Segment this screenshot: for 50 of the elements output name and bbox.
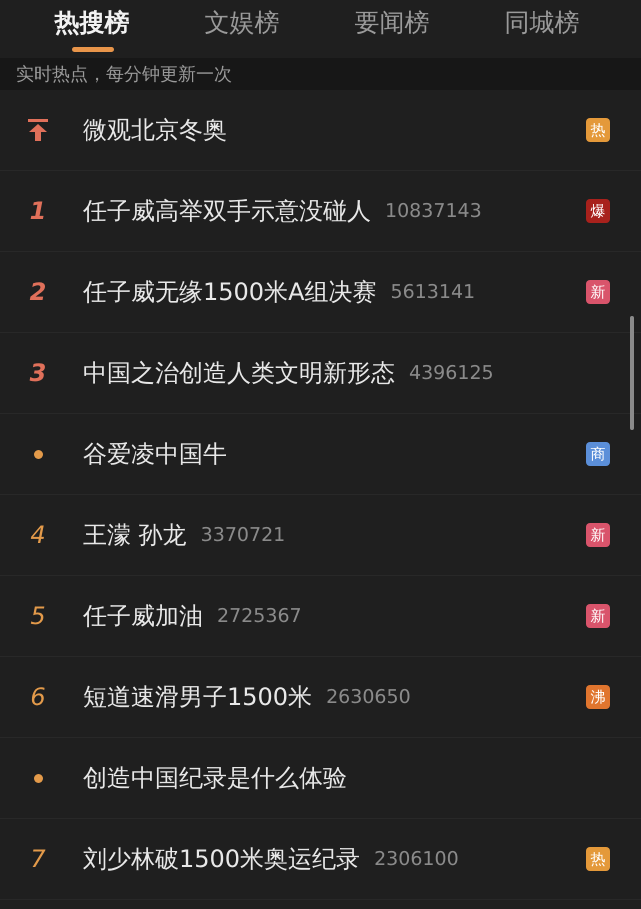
topic-title: 任子威加油 <box>83 601 203 632</box>
search-count: 4396125 <box>409 362 494 384</box>
topic-title: 中国之治创造人类文明新形态 <box>83 358 395 389</box>
bullet-dot-icon <box>34 450 42 458</box>
list-item[interactable]: 1 任子威高举双手示意没碰人 10837143 爆 <box>0 171 641 252</box>
tag-badge: 热 <box>586 118 610 142</box>
tag-badge: 热 <box>586 847 610 871</box>
tab[interactable]: 要闻榜 <box>317 0 467 58</box>
tag-badge: 新 <box>586 280 610 304</box>
search-count: 2630650 <box>326 686 411 708</box>
tag-badge: 沸 <box>586 685 610 709</box>
tab[interactable]: 热搜榜 <box>17 0 167 58</box>
list-item[interactable]: 微观北京冬奥 热 <box>0 90 641 171</box>
topic-title: 王濛 孙龙 <box>83 520 187 551</box>
rank-number: 3 <box>30 359 46 387</box>
search-count: 10837143 <box>385 200 482 222</box>
list-item[interactable]: 5 任子威加油 2725367 新 <box>0 576 641 657</box>
rank-number: 6 <box>30 683 46 711</box>
topic-title: 谷爱凌中国牛 <box>83 439 227 470</box>
tag-badge: 爆 <box>586 199 610 223</box>
tag-badge: 商 <box>586 442 610 466</box>
pin-top-icon <box>27 118 49 142</box>
tab[interactable]: 同城榜 <box>467 0 617 58</box>
topic-title: 刘少林破1500米奥运纪录 <box>83 844 360 875</box>
search-count: 2306100 <box>374 848 459 870</box>
topic-title: 任子威高举双手示意没碰人 <box>83 196 371 227</box>
topic-title: 任子威无缘1500米A组决赛 <box>83 277 376 308</box>
list-item[interactable]: 6 短道速滑男子1500米 2630650 沸 <box>0 657 641 738</box>
list-item[interactable]: 7 刘少林破1500米奥运纪录 2306100 热 <box>0 819 641 900</box>
rank-number: 5 <box>30 602 46 630</box>
list-item[interactable]: 谷爱凌中国牛 商 <box>0 414 641 495</box>
topic-title: 微观北京冬奥 <box>83 115 227 146</box>
search-count: 3370721 <box>200 524 286 546</box>
list-item[interactable]: 2 任子威无缘1500米A组决赛 5613141 新 <box>0 252 641 333</box>
tag-badge: 新 <box>586 523 610 547</box>
rank-number: 2 <box>30 278 46 306</box>
list-item[interactable]: 4 王濛 孙龙 3370721 新 <box>0 495 641 576</box>
list-item[interactable]: 创造中国纪录是什么体验 <box>0 738 641 819</box>
tab[interactable]: 文娱榜 <box>167 0 317 58</box>
search-count: 5613141 <box>390 281 476 303</box>
rank-number: 1 <box>30 197 46 225</box>
topic-title: 创造中国纪录是什么体验 <box>83 763 347 794</box>
rank-number: 4 <box>30 521 46 549</box>
search-count: 2725367 <box>217 605 302 627</box>
bullet-dot-icon <box>34 774 42 782</box>
tag-badge: 新 <box>586 604 610 628</box>
topic-title: 短道速滑男子1500米 <box>83 682 312 713</box>
tab-indicator <box>72 47 114 52</box>
rank-number: 7 <box>30 845 46 873</box>
subtitle: 实时热点，每分钟更新一次 <box>16 63 232 86</box>
